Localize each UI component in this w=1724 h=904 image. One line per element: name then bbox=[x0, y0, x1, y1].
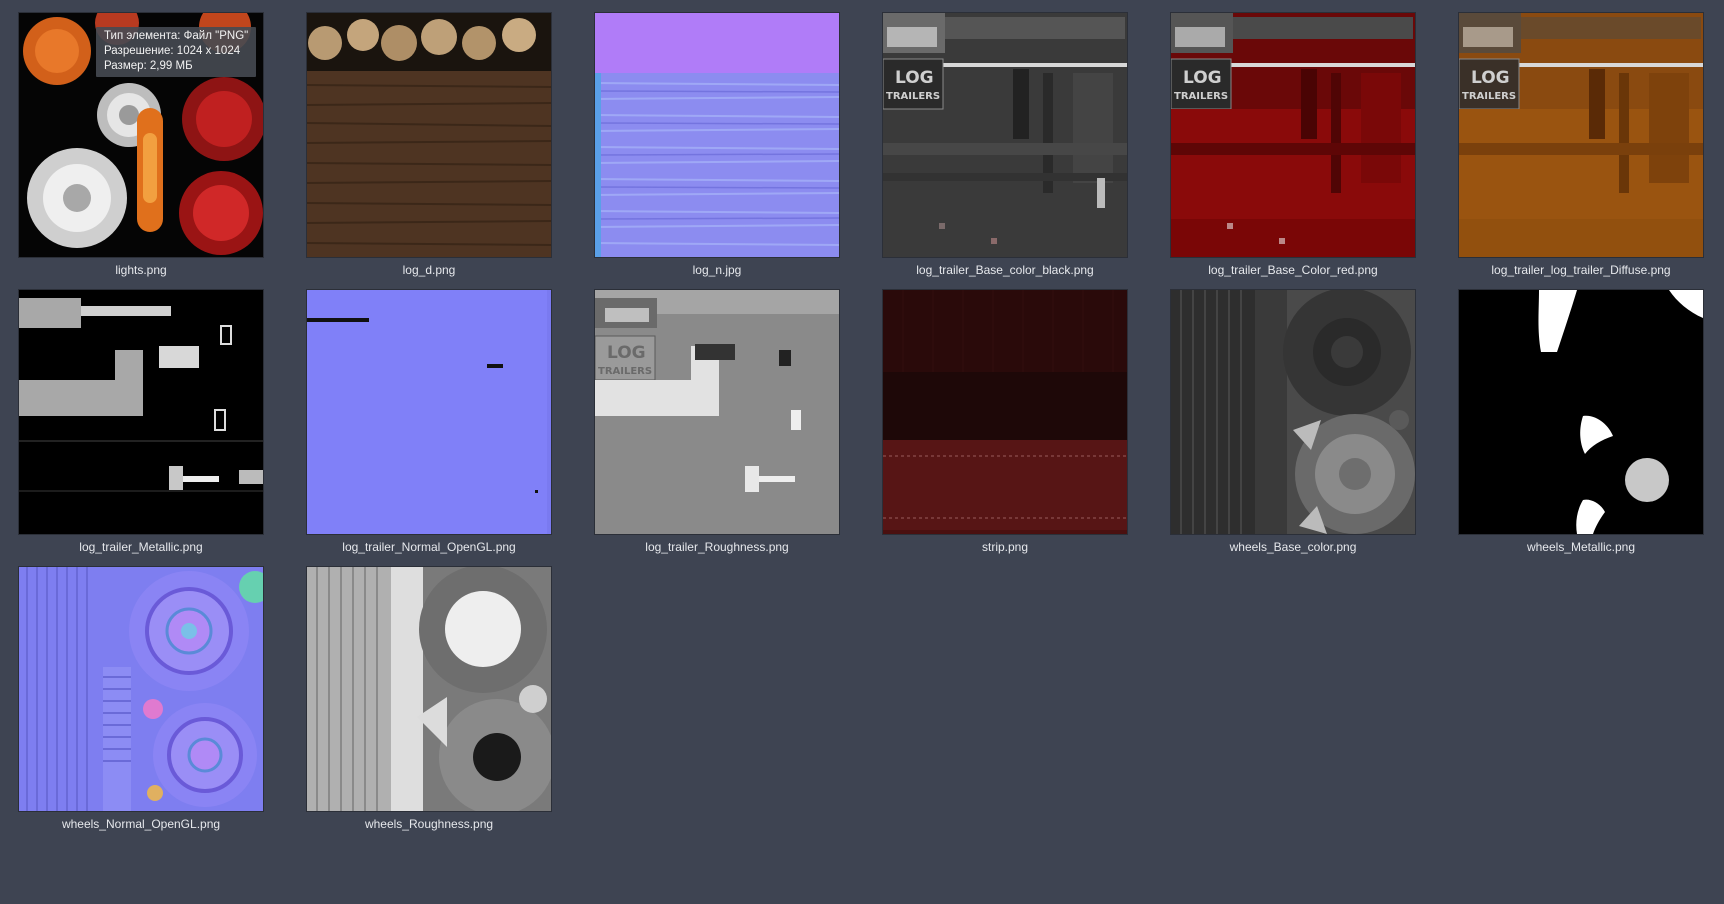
trailer-metallic-thumbnail[interactable] bbox=[18, 289, 264, 535]
trailers-logo-text: TRAILERS bbox=[598, 366, 652, 377]
file-name: wheels_Normal_OpenGL.png bbox=[61, 817, 221, 831]
log-d-thumbnail[interactable] bbox=[306, 12, 552, 258]
file-name: log_trailer_Base_color_black.png bbox=[916, 263, 1094, 277]
file-name: strip.png bbox=[981, 540, 1029, 554]
file-item[interactable]: log_trailer_Normal_OpenGL.png bbox=[306, 289, 552, 559]
file-name: log_n.jpg bbox=[692, 263, 742, 277]
file-info-tooltip: Тип элемента: Файл "PNG" Разрешение: 102… bbox=[96, 27, 257, 77]
file-name: log_trailer_Metallic.png bbox=[79, 540, 203, 554]
trailers-logo-text: TRAILERS bbox=[1462, 91, 1516, 102]
file-item[interactable]: wheels_Normal_OpenGL.png bbox=[18, 566, 264, 836]
file-item[interactable]: log_d.png bbox=[306, 12, 552, 282]
file-name: wheels_Metallic.png bbox=[1526, 540, 1636, 554]
file-name: log_trailer_Base_Color_red.png bbox=[1208, 263, 1378, 277]
wheels-roughness-thumbnail[interactable] bbox=[306, 566, 552, 812]
trailers-logo-text: TRAILERS bbox=[1174, 91, 1228, 102]
file-item[interactable]: wheels_Metallic.png bbox=[1458, 289, 1704, 559]
tooltip-type: Тип элемента: Файл "PNG" bbox=[104, 30, 249, 42]
file-item[interactable]: LOG TRAILERS log_trailer_Base_color_blac… bbox=[882, 12, 1128, 282]
wheels-metallic-thumbnail[interactable] bbox=[1458, 289, 1704, 535]
file-item[interactable]: Тип элемента: Файл "PNG" Разрешение: 102… bbox=[18, 12, 264, 282]
file-name: wheels_Base_color.png bbox=[1229, 540, 1357, 554]
file-item[interactable]: strip.png bbox=[882, 289, 1128, 559]
file-name: log_trailer_log_trailer_Diffuse.png bbox=[1491, 263, 1671, 277]
trailers-logo-text: TRAILERS bbox=[886, 91, 940, 102]
file-item[interactable]: log_n.jpg bbox=[594, 12, 840, 282]
log-logo-text: LOG bbox=[1183, 68, 1222, 88]
file-item[interactable]: wheels_Base_color.png bbox=[1170, 289, 1416, 559]
trailer-red-thumbnail[interactable]: LOG TRAILERS bbox=[1170, 12, 1416, 258]
file-name: log_trailer_Roughness.png bbox=[645, 540, 789, 554]
file-name: log_trailer_Normal_OpenGL.png bbox=[342, 540, 516, 554]
trailer-normal-thumbnail[interactable] bbox=[306, 289, 552, 535]
tooltip-size: Размер: 2,99 МБ bbox=[104, 60, 193, 72]
file-grid: Тип элемента: Файл "PNG" Разрешение: 102… bbox=[0, 0, 1724, 904]
log-logo-text: LOG bbox=[607, 343, 646, 363]
strip-thumbnail[interactable] bbox=[882, 289, 1128, 535]
trailer-black-thumbnail[interactable]: LOG TRAILERS bbox=[882, 12, 1128, 258]
wheels-base-thumbnail[interactable] bbox=[1170, 289, 1416, 535]
file-name: wheels_Roughness.png bbox=[364, 817, 494, 831]
log-logo-text: LOG bbox=[1471, 68, 1510, 88]
file-item[interactable]: log_trailer_Metallic.png bbox=[18, 289, 264, 559]
trailer-roughness-thumbnail[interactable]: LOG TRAILERS bbox=[594, 289, 840, 535]
file-name: lights.png bbox=[115, 263, 167, 277]
file-item[interactable]: wheels_Roughness.png bbox=[306, 566, 552, 836]
log-n-thumbnail[interactable] bbox=[594, 12, 840, 258]
tooltip-resolution: Разрешение: 1024 x 1024 bbox=[104, 45, 241, 57]
wheels-normal-thumbnail[interactable] bbox=[18, 566, 264, 812]
file-name: log_d.png bbox=[402, 263, 456, 277]
log-logo-text: LOG bbox=[895, 68, 934, 88]
file-item[interactable]: LOG TRAILERS log_trailer_log_trailer_Dif… bbox=[1458, 12, 1704, 282]
file-item[interactable]: LOG TRAILERS log_trailer_Base_Color_red.… bbox=[1170, 12, 1416, 282]
file-item[interactable]: LOG TRAILERS log_trailer_Roughness.png bbox=[594, 289, 840, 559]
trailer-diffuse-thumbnail[interactable]: LOG TRAILERS bbox=[1458, 12, 1704, 258]
